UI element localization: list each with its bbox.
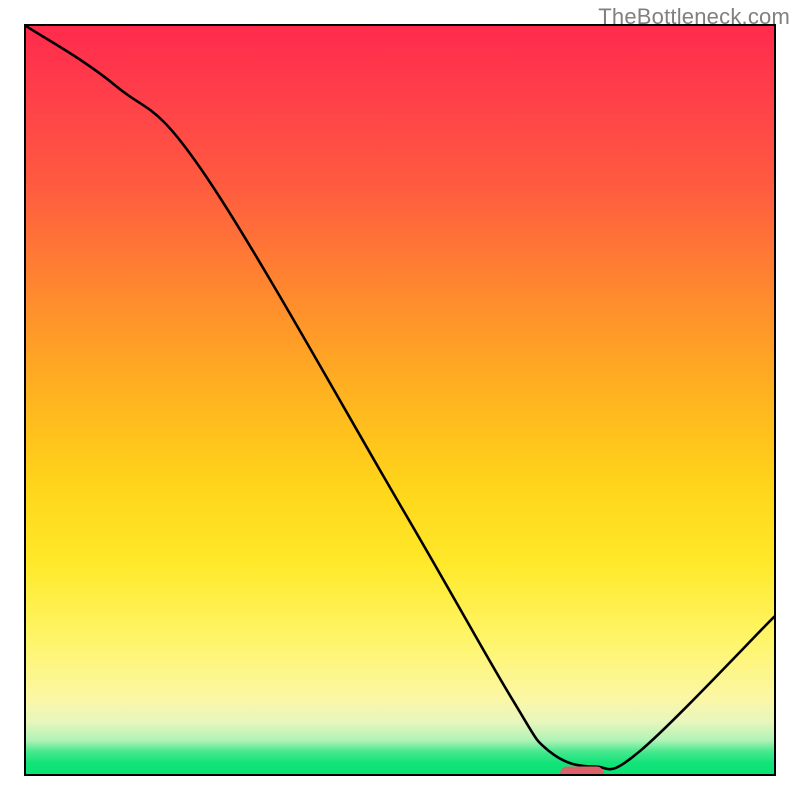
optimal-marker <box>560 767 604 776</box>
chart-container: TheBottleneck.com <box>0 0 800 800</box>
bottleneck-curve <box>26 26 774 774</box>
plot-area <box>24 24 776 776</box>
